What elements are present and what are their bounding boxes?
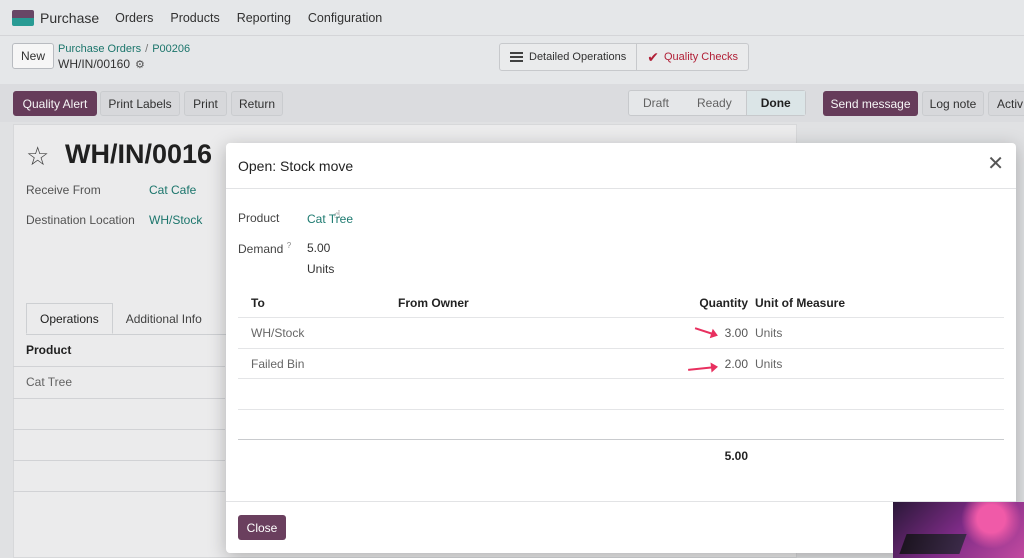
column-to[interactable]: To (251, 296, 265, 310)
demand-label: Demand ? (238, 241, 291, 256)
demand-value: 5.00 (307, 241, 331, 255)
row1-uom: Units (755, 326, 783, 340)
product-value[interactable]: Cat Tree (307, 212, 353, 226)
webcam-overlay (893, 502, 1024, 558)
stock-move-dialog: Open: Stock move ✕ Product Cat Tree ☝ De… (226, 143, 1016, 553)
dialog-header: Open: Stock move ✕ (226, 143, 1016, 189)
divider (238, 439, 1004, 440)
divider (238, 409, 1004, 410)
close-button[interactable]: Close (238, 515, 286, 540)
help-icon[interactable]: ? (287, 241, 291, 250)
column-quantity[interactable]: Quantity (688, 296, 748, 310)
demand-label-text: Demand (238, 242, 284, 256)
quantity-total: 5.00 (724, 449, 748, 463)
row2-uom: Units (755, 357, 783, 371)
mouse-cursor-icon: ☝ (334, 209, 341, 221)
close-icon[interactable]: ✕ (987, 154, 1004, 174)
row1-to[interactable]: WH/Stock (251, 326, 304, 340)
product-label: Product (238, 211, 280, 225)
column-from-owner[interactable]: From Owner (398, 296, 469, 310)
dialog-title: Open: Stock move (238, 158, 354, 174)
row2-to[interactable]: Failed Bin (251, 357, 304, 371)
divider (238, 378, 1004, 379)
column-unit-of-measure[interactable]: Unit of Measure (755, 296, 845, 310)
divider (238, 348, 1004, 349)
divider (238, 317, 1004, 318)
demand-unit: Units (307, 262, 335, 276)
